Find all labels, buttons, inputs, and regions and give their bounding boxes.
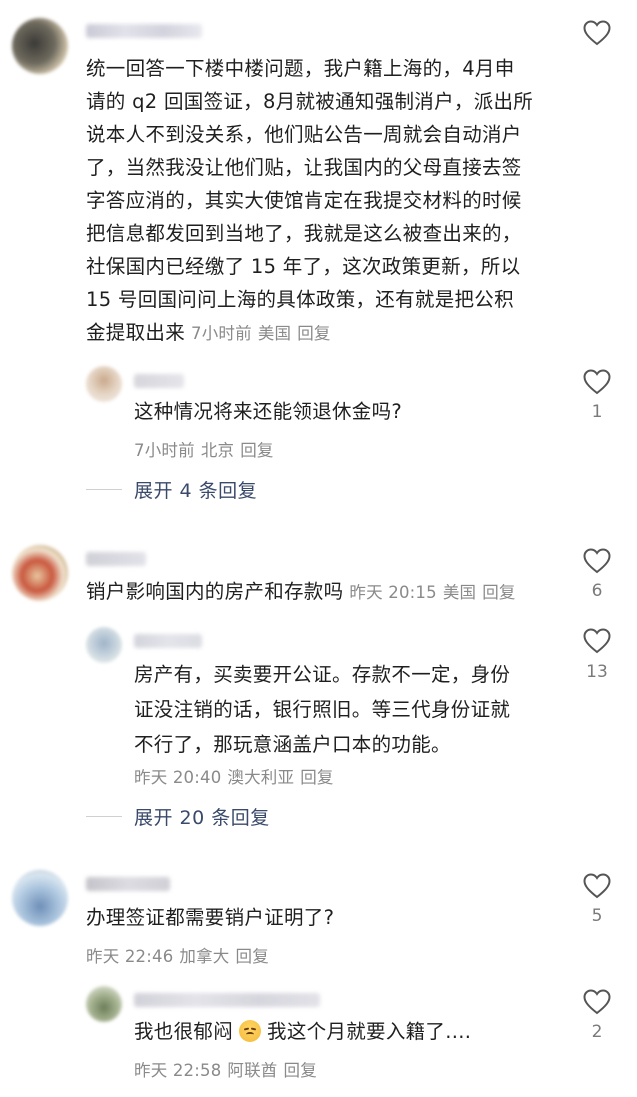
reply-link[interactable]: 回复 (482, 583, 515, 602)
location: 美国 (442, 583, 477, 602)
reply-text-line: 不行了，那玩意涵盖户口本的功能。 (134, 733, 451, 756)
comment-text-line: 字答应消的，其实大使馆肯定在我提交材料的时候 (86, 189, 522, 212)
reply-text: 房产有，买卖要开公证。存款不一定，身份 证没注销的话，银行照旧。等三代身份证就 … (134, 657, 574, 762)
comment-text: 销户影响国内的房产和存款吗 昨天 20:15 美国 回复 (86, 575, 586, 609)
reply-text-line: 证没注销的话，银行照旧。等三代身份证就 (134, 698, 511, 721)
reply-text-part: 我这个月就要入籍了.... (267, 1020, 472, 1043)
avatar[interactable] (86, 986, 122, 1022)
comment-text: 统一回答一下楼中楼问题，我户籍上海的，4月申 请的 q2 回国签证，8月就被通知… (86, 52, 586, 350)
expand-replies-label: 展开 4 条回复 (134, 480, 258, 502)
username[interactable] (134, 993, 320, 1007)
like-button[interactable] (583, 20, 611, 46)
reply-link[interactable]: 回复 (297, 324, 330, 343)
comment-text-line: 社保国内已经缴了 15 年了，这次政策更新，所以 (86, 255, 521, 278)
username[interactable] (86, 877, 170, 891)
timestamp: 昨天 22:58 (134, 1061, 222, 1080)
divider (86, 816, 122, 817)
like-count: 13 (586, 662, 608, 682)
location: 澳大利亚 (227, 768, 295, 787)
reply-meta: 昨天 20:40 澳大利亚 回复 (134, 764, 340, 788)
comment-meta: 昨天 22:46 加拿大 回复 (86, 943, 275, 967)
avatar[interactable] (12, 545, 68, 601)
avatar[interactable] (12, 18, 68, 74)
username[interactable] (134, 374, 184, 388)
heart-outline-icon (583, 628, 611, 654)
timestamp: 7小时前 (191, 324, 252, 343)
like-button[interactable] (583, 369, 611, 395)
timestamp: 昨天 20:40 (134, 768, 222, 787)
timestamp: 昨天 20:15 (349, 583, 437, 602)
location: 加拿大 (179, 947, 230, 966)
heart-outline-icon (583, 20, 611, 46)
comment-text-line: 请的 q2 回国签证，8月就被通知强制消户，派出所 (86, 90, 534, 113)
reply-link[interactable]: 回复 (240, 441, 273, 460)
like-count: 5 (591, 906, 603, 926)
like-button[interactable] (583, 989, 611, 1015)
reply-link[interactable]: 回复 (236, 947, 269, 966)
reply-link[interactable]: 回复 (300, 768, 333, 787)
comment-text-line: 了，当然我没让他们贴，让我国内的父母直接去签 (86, 156, 522, 179)
comment-meta: 昨天 20:15 美国 回复 (349, 583, 521, 602)
comment-text-line: 说本人不到没关系，他们贴公告一周就会自动消户 (86, 123, 522, 146)
like-button[interactable] (583, 548, 611, 574)
comment-1: 统一回答一下楼中楼问题，我户籍上海的，4月申 请的 q2 回国签证，8月就被通知… (0, 0, 637, 520)
like-count: 1 (591, 402, 603, 422)
avatar[interactable] (12, 870, 68, 926)
comment-meta: 7小时前 美国 回复 (191, 324, 337, 343)
reply-text: 这种情况将来还能领退休金吗? (134, 400, 403, 423)
comment-text-line: 15 号回国问问上海的具体政策，还有就是把公积 (86, 288, 514, 311)
comment-text-line: 金提取出来 7小时前 美国 回复 (86, 316, 586, 350)
reply-text-line: 房产有，买卖要开公证。存款不一定，身份 (134, 663, 511, 686)
reply-text-part: 我也很郁闷 (134, 1020, 234, 1043)
timestamp: 7小时前 (134, 441, 195, 460)
username[interactable] (134, 634, 202, 648)
reply-link[interactable]: 回复 (284, 1061, 317, 1080)
divider (86, 489, 122, 490)
heart-outline-icon (583, 989, 611, 1015)
expand-replies-button[interactable]: 展开 20 条回复 (86, 803, 270, 830)
expand-replies-button[interactable]: 展开 4 条回复 (86, 476, 257, 503)
reply-meta: 昨天 22:58 阿联酋 回复 (134, 1057, 323, 1081)
comment-text-tail: 金提取出来 (86, 321, 186, 344)
like-button[interactable] (583, 628, 611, 654)
heart-outline-icon (583, 873, 611, 899)
location: 美国 (257, 324, 292, 343)
comment-text-line: 统一回答一下楼中楼问题，我户籍上海的，4月申 (86, 57, 515, 80)
heart-outline-icon (583, 369, 611, 395)
location: 阿联酋 (227, 1061, 278, 1080)
reply-meta: 7小时前 北京 回复 (134, 437, 280, 461)
like-count: 2 (591, 1022, 603, 1042)
expand-replies-label: 展开 20 条回复 (134, 807, 270, 829)
comment-text: 办理签证都需要销户证明了? (86, 906, 335, 929)
location: 北京 (200, 441, 235, 460)
comment-text-line: 销户影响国内的房产和存款吗 (86, 580, 344, 603)
comment-text-line: 把信息都发回到当地了，我就是这么被查出来的， (86, 222, 522, 245)
username[interactable] (86, 552, 146, 566)
heart-outline-icon (583, 548, 611, 574)
reply-text: 我也很郁闷 我这个月就要入籍了.... (134, 1015, 574, 1048)
avatar[interactable] (86, 627, 122, 663)
username[interactable] (86, 24, 202, 38)
avatar[interactable] (86, 366, 122, 402)
unamused-face-emoji (239, 1020, 262, 1042)
timestamp: 昨天 22:46 (86, 947, 174, 966)
like-count: 6 (591, 581, 603, 601)
like-button[interactable] (583, 873, 611, 899)
